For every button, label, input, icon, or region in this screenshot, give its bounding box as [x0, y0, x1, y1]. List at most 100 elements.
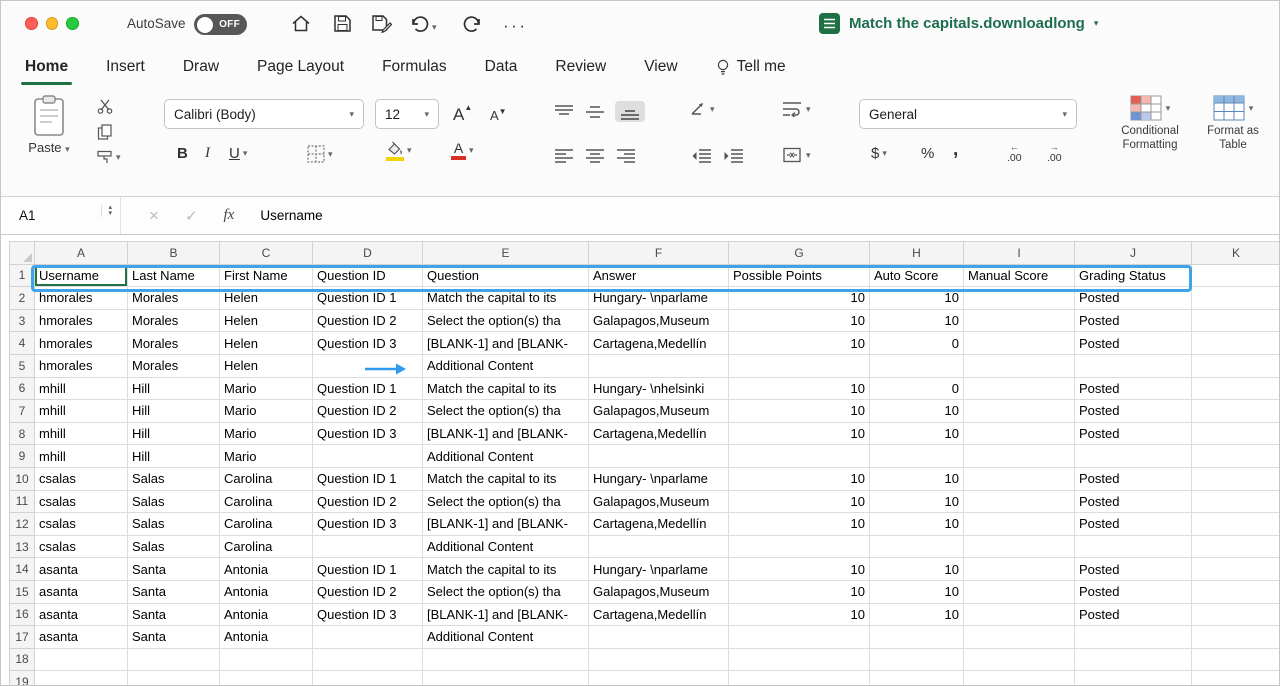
- cell-I1[interactable]: Manual Score: [964, 264, 1075, 287]
- cell-G17[interactable]: [729, 626, 870, 649]
- cell-D4[interactable]: Question ID 3: [313, 332, 423, 355]
- cell-E18[interactable]: [423, 648, 589, 671]
- cell-K1[interactable]: [1192, 264, 1280, 287]
- cell-J2[interactable]: Posted: [1075, 287, 1192, 310]
- row-header-17[interactable]: 17: [10, 626, 35, 649]
- currency-format-button[interactable]: $▾: [871, 145, 887, 162]
- cell-G11[interactable]: 10: [729, 490, 870, 513]
- cell-H12[interactable]: 10: [870, 513, 964, 536]
- cell-D13[interactable]: [313, 535, 423, 558]
- cell-K8[interactable]: [1192, 422, 1280, 445]
- cell-A17[interactable]: asanta: [35, 626, 128, 649]
- cell-C16[interactable]: Antonia: [220, 603, 313, 626]
- cell-B5[interactable]: Morales: [128, 354, 220, 377]
- cell-A19[interactable]: [35, 671, 128, 685]
- bold-button[interactable]: B: [177, 145, 188, 162]
- cell-G15[interactable]: 10: [729, 580, 870, 603]
- cell-E10[interactable]: Match the capital to its: [423, 467, 589, 490]
- cell-H4[interactable]: 0: [870, 332, 964, 355]
- cell-J13[interactable]: [1075, 535, 1192, 558]
- cell-I9[interactable]: [964, 445, 1075, 468]
- align-middle-button[interactable]: [584, 103, 606, 120]
- cell-A2[interactable]: hmorales: [35, 287, 128, 310]
- italic-button[interactable]: I: [205, 145, 210, 162]
- row-header-18[interactable]: 18: [10, 648, 35, 671]
- tab-home[interactable]: Home: [25, 58, 68, 76]
- cell-D2[interactable]: Question ID 1: [313, 287, 423, 310]
- cell-J8[interactable]: Posted: [1075, 422, 1192, 445]
- cell-A9[interactable]: mhill: [35, 445, 128, 468]
- cell-C11[interactable]: Carolina: [220, 490, 313, 513]
- merge-center-button[interactable]: ▾: [781, 147, 811, 163]
- cell-I3[interactable]: [964, 309, 1075, 332]
- cell-G14[interactable]: 10: [729, 558, 870, 581]
- cell-H7[interactable]: 10: [870, 400, 964, 423]
- cell-D6[interactable]: Question ID 1: [313, 377, 423, 400]
- cell-E8[interactable]: [BLANK-1] and [BLANK-: [423, 422, 589, 445]
- cell-A13[interactable]: csalas: [35, 535, 128, 558]
- row-header-1[interactable]: 1: [10, 264, 35, 287]
- conditional-formatting-button[interactable]: ▾ Conditional Formatting: [1103, 95, 1197, 152]
- cell-J7[interactable]: Posted: [1075, 400, 1192, 423]
- cell-F16[interactable]: Cartagena,Medellín: [589, 603, 729, 626]
- cell-D15[interactable]: Question ID 2: [313, 580, 423, 603]
- save-icon[interactable]: [333, 14, 352, 33]
- cell-I12[interactable]: [964, 513, 1075, 536]
- cell-B10[interactable]: Salas: [128, 467, 220, 490]
- underline-button[interactable]: U ▾: [229, 145, 247, 162]
- cell-B13[interactable]: Salas: [128, 535, 220, 558]
- cell-K16[interactable]: [1192, 603, 1280, 626]
- number-format-select[interactable]: General▾: [859, 99, 1077, 129]
- cell-J5[interactable]: [1075, 354, 1192, 377]
- row-header-13[interactable]: 13: [10, 535, 35, 558]
- cell-H17[interactable]: [870, 626, 964, 649]
- grow-font-button[interactable]: A▲: [453, 103, 472, 125]
- cell-B2[interactable]: Morales: [128, 287, 220, 310]
- cell-E2[interactable]: Match the capital to its: [423, 287, 589, 310]
- cell-I4[interactable]: [964, 332, 1075, 355]
- redo-button[interactable]: [463, 14, 483, 33]
- font-name-select[interactable]: Calibri (Body)▾: [164, 99, 364, 129]
- cell-B6[interactable]: Hill: [128, 377, 220, 400]
- cell-E9[interactable]: Additional Content: [423, 445, 589, 468]
- cell-C9[interactable]: Mario: [220, 445, 313, 468]
- cell-G4[interactable]: 10: [729, 332, 870, 355]
- cell-E5[interactable]: Additional Content: [423, 354, 589, 377]
- cell-A6[interactable]: mhill: [35, 377, 128, 400]
- cell-K7[interactable]: [1192, 400, 1280, 423]
- cell-C8[interactable]: Mario: [220, 422, 313, 445]
- cell-E17[interactable]: Additional Content: [423, 626, 589, 649]
- align-left-button[interactable]: [553, 147, 575, 164]
- row-header-3[interactable]: 3: [10, 309, 35, 332]
- cell-D17[interactable]: [313, 626, 423, 649]
- copy-button[interactable]: [97, 124, 121, 140]
- cell-I13[interactable]: [964, 535, 1075, 558]
- cell-C14[interactable]: Antonia: [220, 558, 313, 581]
- row-header-7[interactable]: 7: [10, 400, 35, 423]
- cell-D18[interactable]: [313, 648, 423, 671]
- col-header-F[interactable]: F: [589, 242, 729, 265]
- cell-I10[interactable]: [964, 467, 1075, 490]
- cell-K6[interactable]: [1192, 377, 1280, 400]
- cell-J11[interactable]: Posted: [1075, 490, 1192, 513]
- align-right-button[interactable]: [615, 147, 637, 164]
- cell-F8[interactable]: Cartagena,Medellín: [589, 422, 729, 445]
- autosave-toggle[interactable]: OFF: [194, 14, 247, 35]
- row-header-8[interactable]: 8: [10, 422, 35, 445]
- cell-F3[interactable]: Galapagos,Museum: [589, 309, 729, 332]
- cell-E19[interactable]: [423, 671, 589, 685]
- cell-H13[interactable]: [870, 535, 964, 558]
- cell-D9[interactable]: [313, 445, 423, 468]
- cell-C6[interactable]: Mario: [220, 377, 313, 400]
- cell-B19[interactable]: [128, 671, 220, 685]
- cell-E15[interactable]: Select the option(s) tha: [423, 580, 589, 603]
- document-title[interactable]: Match the capitals.downloadlong: [849, 15, 1085, 32]
- cell-F19[interactable]: [589, 671, 729, 685]
- cell-J6[interactable]: Posted: [1075, 377, 1192, 400]
- cell-G16[interactable]: 10: [729, 603, 870, 626]
- cell-K10[interactable]: [1192, 467, 1280, 490]
- cell-A8[interactable]: mhill: [35, 422, 128, 445]
- cell-B17[interactable]: Santa: [128, 626, 220, 649]
- cell-J19[interactable]: [1075, 671, 1192, 685]
- cell-H15[interactable]: 10: [870, 580, 964, 603]
